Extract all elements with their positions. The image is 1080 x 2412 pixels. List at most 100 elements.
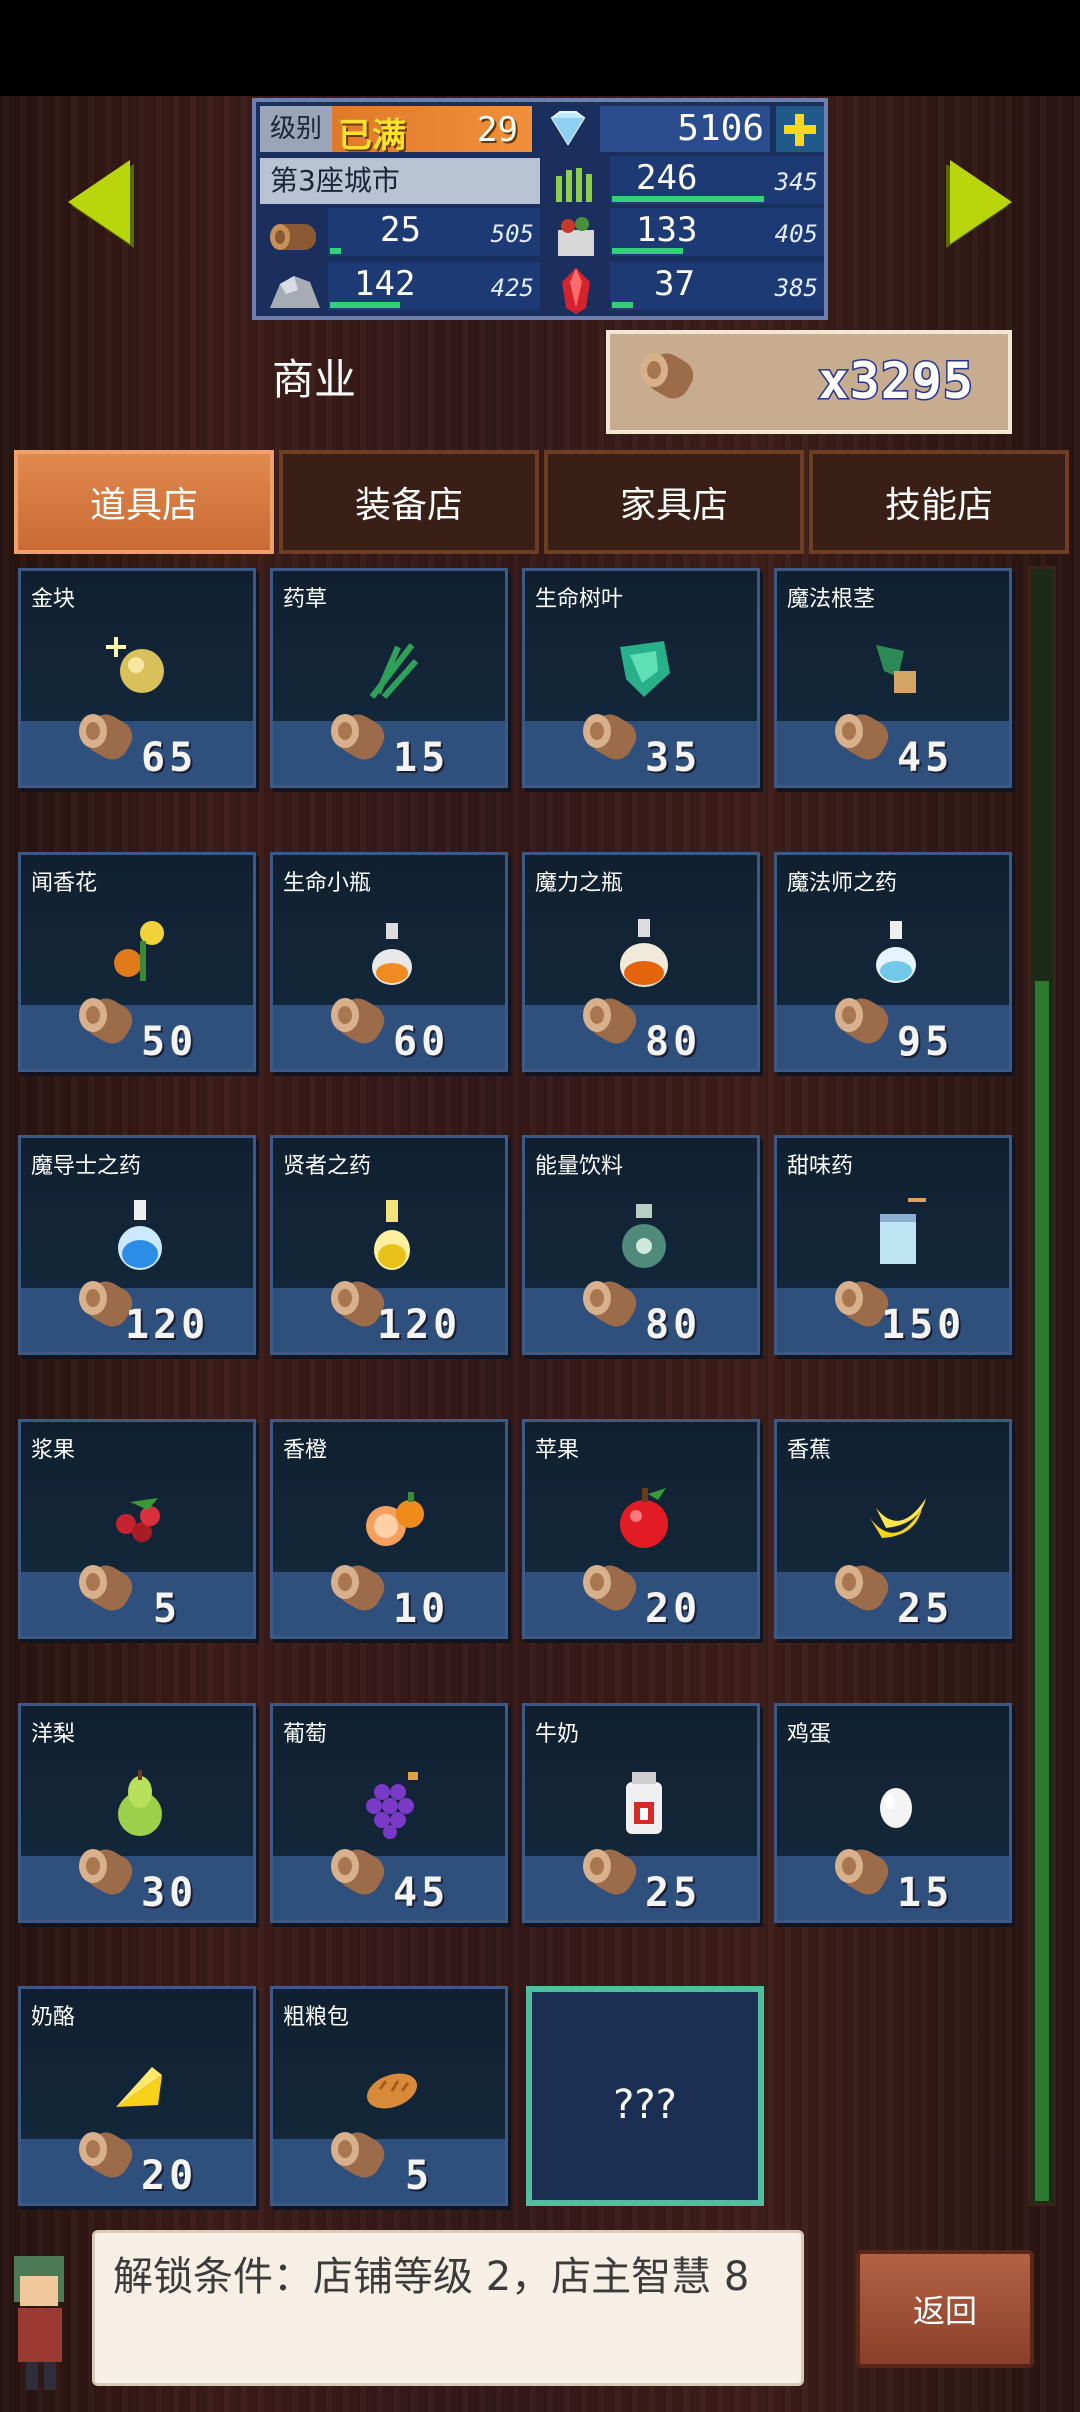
stone-ore-icon bbox=[264, 264, 324, 316]
shop-item-card[interactable]: 药草 15 bbox=[270, 568, 508, 788]
scrollbar-thumb[interactable] bbox=[1035, 981, 1049, 2201]
grape-icon bbox=[352, 1762, 432, 1842]
crystal-resource: 37 385 bbox=[610, 262, 824, 310]
banana-icon bbox=[856, 1478, 936, 1558]
shop-item-card[interactable]: 香蕉 25 bbox=[774, 1419, 1012, 1639]
shop-item-card[interactable]: 生命树叶 35 bbox=[522, 568, 760, 788]
item-name: 魔法师之药 bbox=[787, 871, 898, 896]
shop-item-card[interactable]: 牛奶 25 bbox=[522, 1703, 760, 1923]
item-price: 15 bbox=[393, 735, 450, 781]
price-band: 20 bbox=[525, 1565, 757, 1636]
shop-item-card[interactable]: 苹果 20 bbox=[522, 1419, 760, 1639]
cheese-icon bbox=[100, 2045, 180, 2125]
item-name: 生命树叶 bbox=[535, 587, 624, 612]
apple-icon bbox=[604, 1478, 684, 1558]
item-price: 35 bbox=[645, 735, 702, 781]
price-band: 5 bbox=[21, 1565, 253, 1636]
item-price: 10 bbox=[393, 1586, 450, 1632]
item-price: 5 bbox=[405, 2153, 434, 2199]
shop-item-card[interactable]: 粗粮包 5 bbox=[270, 1986, 508, 2206]
add-gems-button[interactable] bbox=[776, 106, 824, 152]
resource-hud: 级别 已满 29 5106 第3座城市 25 505 142 425 246 3… bbox=[252, 98, 828, 320]
coin-log-icon bbox=[825, 709, 895, 779]
price-band: 15 bbox=[777, 1849, 1009, 1920]
next-city-arrow-icon[interactable] bbox=[950, 160, 1012, 244]
price-band: 95 bbox=[777, 998, 1009, 1069]
item-name: 生命小瓶 bbox=[283, 871, 372, 896]
price-band: 45 bbox=[273, 1849, 505, 1920]
item-list-scrollbar[interactable] bbox=[1028, 566, 1056, 2206]
shop-item-card[interactable]: 能量饮料 80 bbox=[522, 1135, 760, 1355]
price-band: 35 bbox=[525, 714, 757, 785]
produce-fill bbox=[612, 248, 683, 254]
coin-log-icon bbox=[573, 993, 643, 1063]
item-price: 60 bbox=[393, 1019, 450, 1065]
tab-item-shop[interactable]: 道具店 bbox=[14, 450, 274, 554]
shop-item-card[interactable]: 金块 65 bbox=[18, 568, 256, 788]
shop-item-card[interactable]: 魔力之瓶 80 bbox=[522, 852, 760, 1072]
coin-log-icon bbox=[69, 2127, 139, 2197]
price-band: 45 bbox=[777, 714, 1009, 785]
coin-log-icon bbox=[573, 1276, 643, 1346]
shop-item-card[interactable]: 葡萄 45 bbox=[270, 1703, 508, 1923]
level-value: 29 bbox=[477, 110, 518, 150]
item-name: 葡萄 bbox=[283, 1722, 328, 1747]
item-price: 20 bbox=[645, 1586, 702, 1632]
price-band: 80 bbox=[525, 998, 757, 1069]
yellow-potion-icon bbox=[352, 1194, 432, 1274]
tab-furniture-shop[interactable]: 家具店 bbox=[544, 450, 804, 554]
shop-item-card[interactable]: 浆果 5 bbox=[18, 1419, 256, 1639]
shop-item-card[interactable]: 甜味药 150 bbox=[774, 1135, 1012, 1355]
diamond-icon bbox=[546, 110, 590, 146]
locked-item-label: ??? bbox=[613, 2082, 677, 2128]
price-band: 150 bbox=[777, 1281, 1009, 1352]
price-band: 25 bbox=[777, 1565, 1009, 1636]
wood-log-icon bbox=[264, 210, 324, 262]
shop-item-card[interactable]: 贤者之药 120 bbox=[270, 1135, 508, 1355]
coin-log-icon bbox=[573, 1560, 643, 1630]
price-band: 50 bbox=[21, 998, 253, 1069]
orange-icon bbox=[352, 1478, 432, 1558]
coin-log-icon bbox=[321, 709, 391, 779]
produce-basket-icon bbox=[546, 210, 606, 262]
item-price: 20 bbox=[141, 2153, 198, 2199]
shop-item-card[interactable]: 魔法根茎 45 bbox=[774, 568, 1012, 788]
prev-city-arrow-icon[interactable] bbox=[68, 160, 130, 244]
item-price: 30 bbox=[141, 1870, 198, 1916]
produce-value: 133 bbox=[636, 210, 698, 250]
item-price: 5 bbox=[153, 1586, 182, 1632]
coin-log-icon bbox=[69, 709, 139, 779]
produce-max: 405 bbox=[774, 220, 818, 248]
tab-skill-shop[interactable]: 技能店 bbox=[809, 450, 1069, 554]
shop-item-card[interactable]: 香橙 10 bbox=[270, 1419, 508, 1639]
item-name: 药草 bbox=[283, 587, 328, 612]
price-band: 10 bbox=[273, 1565, 505, 1636]
city-name: 第3座城市 bbox=[260, 158, 540, 204]
coin-log-icon bbox=[321, 1844, 391, 1914]
item-name: 粗粮包 bbox=[283, 2005, 350, 2030]
coin-log-icon bbox=[825, 1560, 895, 1630]
shop-item-card[interactable]: 魔导士之药 120 bbox=[18, 1135, 256, 1355]
item-price: 80 bbox=[645, 1019, 702, 1065]
item-name: 能量饮料 bbox=[535, 1154, 624, 1179]
shop-item-card[interactable]: 生命小瓶 60 bbox=[270, 852, 508, 1072]
item-price: 80 bbox=[645, 1302, 702, 1348]
blue-potion-icon bbox=[100, 1194, 180, 1274]
tab-equipment-shop[interactable]: 装备店 bbox=[279, 450, 539, 554]
price-band: 80 bbox=[525, 1281, 757, 1352]
price-band: 60 bbox=[273, 998, 505, 1069]
price-band: 15 bbox=[273, 714, 505, 785]
coin-log-icon bbox=[825, 993, 895, 1063]
item-name: 魔导士之药 bbox=[31, 1154, 142, 1179]
shop-item-card[interactable]: 魔法师之药 95 bbox=[774, 852, 1012, 1072]
back-button[interactable]: 返回 bbox=[856, 2250, 1034, 2368]
shop-item-card[interactable]: 闻香花 50 bbox=[18, 852, 256, 1072]
item-name: 甜味药 bbox=[787, 1154, 854, 1179]
shop-item-card[interactable]: 鸡蛋 15 bbox=[774, 1703, 1012, 1923]
shop-item-card[interactable]: 洋梨 30 bbox=[18, 1703, 256, 1923]
coin-log-icon bbox=[69, 1844, 139, 1914]
locked-item-card[interactable]: ??? bbox=[526, 1986, 764, 2206]
coin-log-icon bbox=[630, 348, 700, 418]
price-band: 20 bbox=[21, 2132, 253, 2203]
shop-item-card[interactable]: 奶酪 20 bbox=[18, 1986, 256, 2206]
